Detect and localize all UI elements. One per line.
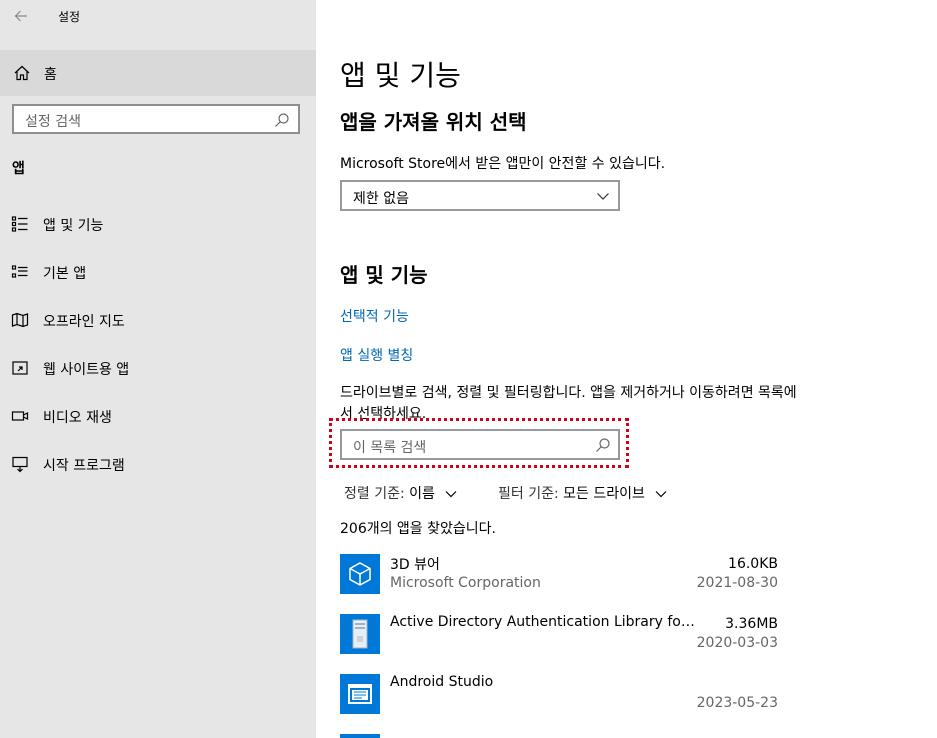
app-size: 3.36MB: [725, 616, 778, 632]
map-icon: [11, 312, 29, 328]
video-icon: [11, 411, 29, 421]
app-tile: [340, 734, 380, 738]
web-apps-icon: [12, 361, 28, 375]
app-execution-alias-link[interactable]: 앱 실행 별칭: [340, 345, 413, 365]
sidebar-item-startup[interactable]: 시작 프로그램: [0, 444, 316, 484]
app-tile: [340, 554, 380, 594]
filter-label: 필터 기준:: [498, 486, 559, 502]
window-app-icon: [348, 684, 372, 704]
search-icon[interactable]: [274, 112, 290, 128]
sidebar-item-label: 오프라인 지도: [43, 314, 125, 330]
home-icon: [14, 65, 30, 81]
app-list-search-input[interactable]: 이 목록 검색: [340, 429, 620, 460]
sort-dropdown[interactable]: 정렬 기준: 이름: [344, 483, 457, 503]
startup-icon: [12, 456, 28, 473]
default-apps-icon: [11, 265, 28, 278]
search-placeholder: 설정 검색: [25, 114, 81, 130]
back-button[interactable]: [10, 6, 32, 26]
app-date: 2020-03-03: [696, 635, 778, 651]
app-title: 설정: [58, 10, 81, 24]
chevron-down-icon: [445, 491, 457, 498]
sidebar-item-label: 앱 및 기능: [43, 218, 104, 234]
cube-icon: [349, 562, 371, 586]
filter-dropdown[interactable]: 필터 기준: 모든 드라이브: [498, 483, 667, 503]
sidebar-item-label: 기본 앱: [43, 266, 87, 282]
app-tile: [340, 674, 380, 714]
title-bar: 설정: [0, 0, 316, 32]
page-title: 앱 및 기능: [340, 59, 461, 92]
app-tile: [340, 614, 380, 654]
search-icon[interactable]: [595, 437, 611, 453]
sidebar-item-apps-features[interactable]: 앱 및 기능: [0, 204, 316, 244]
list-item[interactable]: Active Directory Authentication Library …: [340, 614, 780, 674]
sidebar-item-video-playback[interactable]: 비디오 재생: [0, 396, 316, 436]
sidebar-item-label: 시작 프로그램: [43, 458, 125, 474]
list-item[interactable]: 3D 뷰어 Microsoft Corporation 16.0KB 2021-…: [340, 554, 780, 614]
main-content: 앱 및 기능 앱을 가져올 위치 선택 Microsoft Store에서 받은…: [316, 0, 937, 738]
app-name: Active Directory Authentication Library …: [390, 614, 700, 630]
sidebar-item-web-apps[interactable]: 웹 사이트용 앱: [0, 348, 316, 388]
back-arrow-icon: [14, 10, 27, 22]
chevron-down-icon: [655, 491, 667, 498]
dropdown-selected-value: 제한 없음: [353, 191, 409, 207]
search-placeholder: 이 목록 검색: [353, 440, 427, 456]
chevron-down-icon: [597, 193, 609, 200]
app-name: Android Studio: [390, 674, 494, 690]
app-publisher: Microsoft Corporation: [390, 575, 541, 591]
list-item[interactable]: Android Studio 2023-05-23: [340, 674, 780, 734]
installer-icon: [352, 619, 368, 649]
sidebar-item-label: 비디오 재생: [43, 410, 112, 426]
app-count-text: 206개의 앱을 찾았습니다.: [340, 521, 496, 537]
app-source-dropdown[interactable]: 제한 없음: [340, 180, 620, 211]
sidebar-item-label: 홈: [44, 67, 57, 83]
app-date: 2023-05-23: [696, 695, 778, 711]
app-name: 3D 뷰어: [390, 557, 440, 573]
sidebar-item-offline-maps[interactable]: 오프라인 지도: [0, 300, 316, 340]
settings-search-input[interactable]: 설정 검색: [12, 104, 300, 134]
sidebar-item-home[interactable]: 홈: [0, 50, 316, 96]
install-section-title: 앱을 가져올 위치 선택: [340, 110, 527, 134]
app-date: 2021-08-30: [696, 575, 778, 591]
sort-value: 이름: [409, 486, 435, 502]
optional-features-link[interactable]: 선택적 기능: [340, 306, 409, 326]
sort-label: 정렬 기준:: [344, 486, 405, 502]
app-size: 16.0KB: [728, 556, 778, 572]
sidebar-item-label: 웹 사이트용 앱: [43, 362, 130, 378]
apps-section-title: 앱 및 기능: [340, 263, 428, 287]
install-section-description: Microsoft Store에서 받은 앱만이 안전할 수 있습니다.: [340, 156, 666, 172]
apps-list-icon: [11, 216, 28, 232]
sidebar-section-title: 앱: [12, 161, 25, 177]
sidebar: 설정 홈 설정 검색 앱 앱 및 기능 기본 앱 오프라인 지도 웹 사이트용 …: [0, 0, 316, 738]
filter-value: 모든 드라이브: [563, 486, 645, 502]
sidebar-item-default-apps[interactable]: 기본 앱: [0, 252, 316, 292]
